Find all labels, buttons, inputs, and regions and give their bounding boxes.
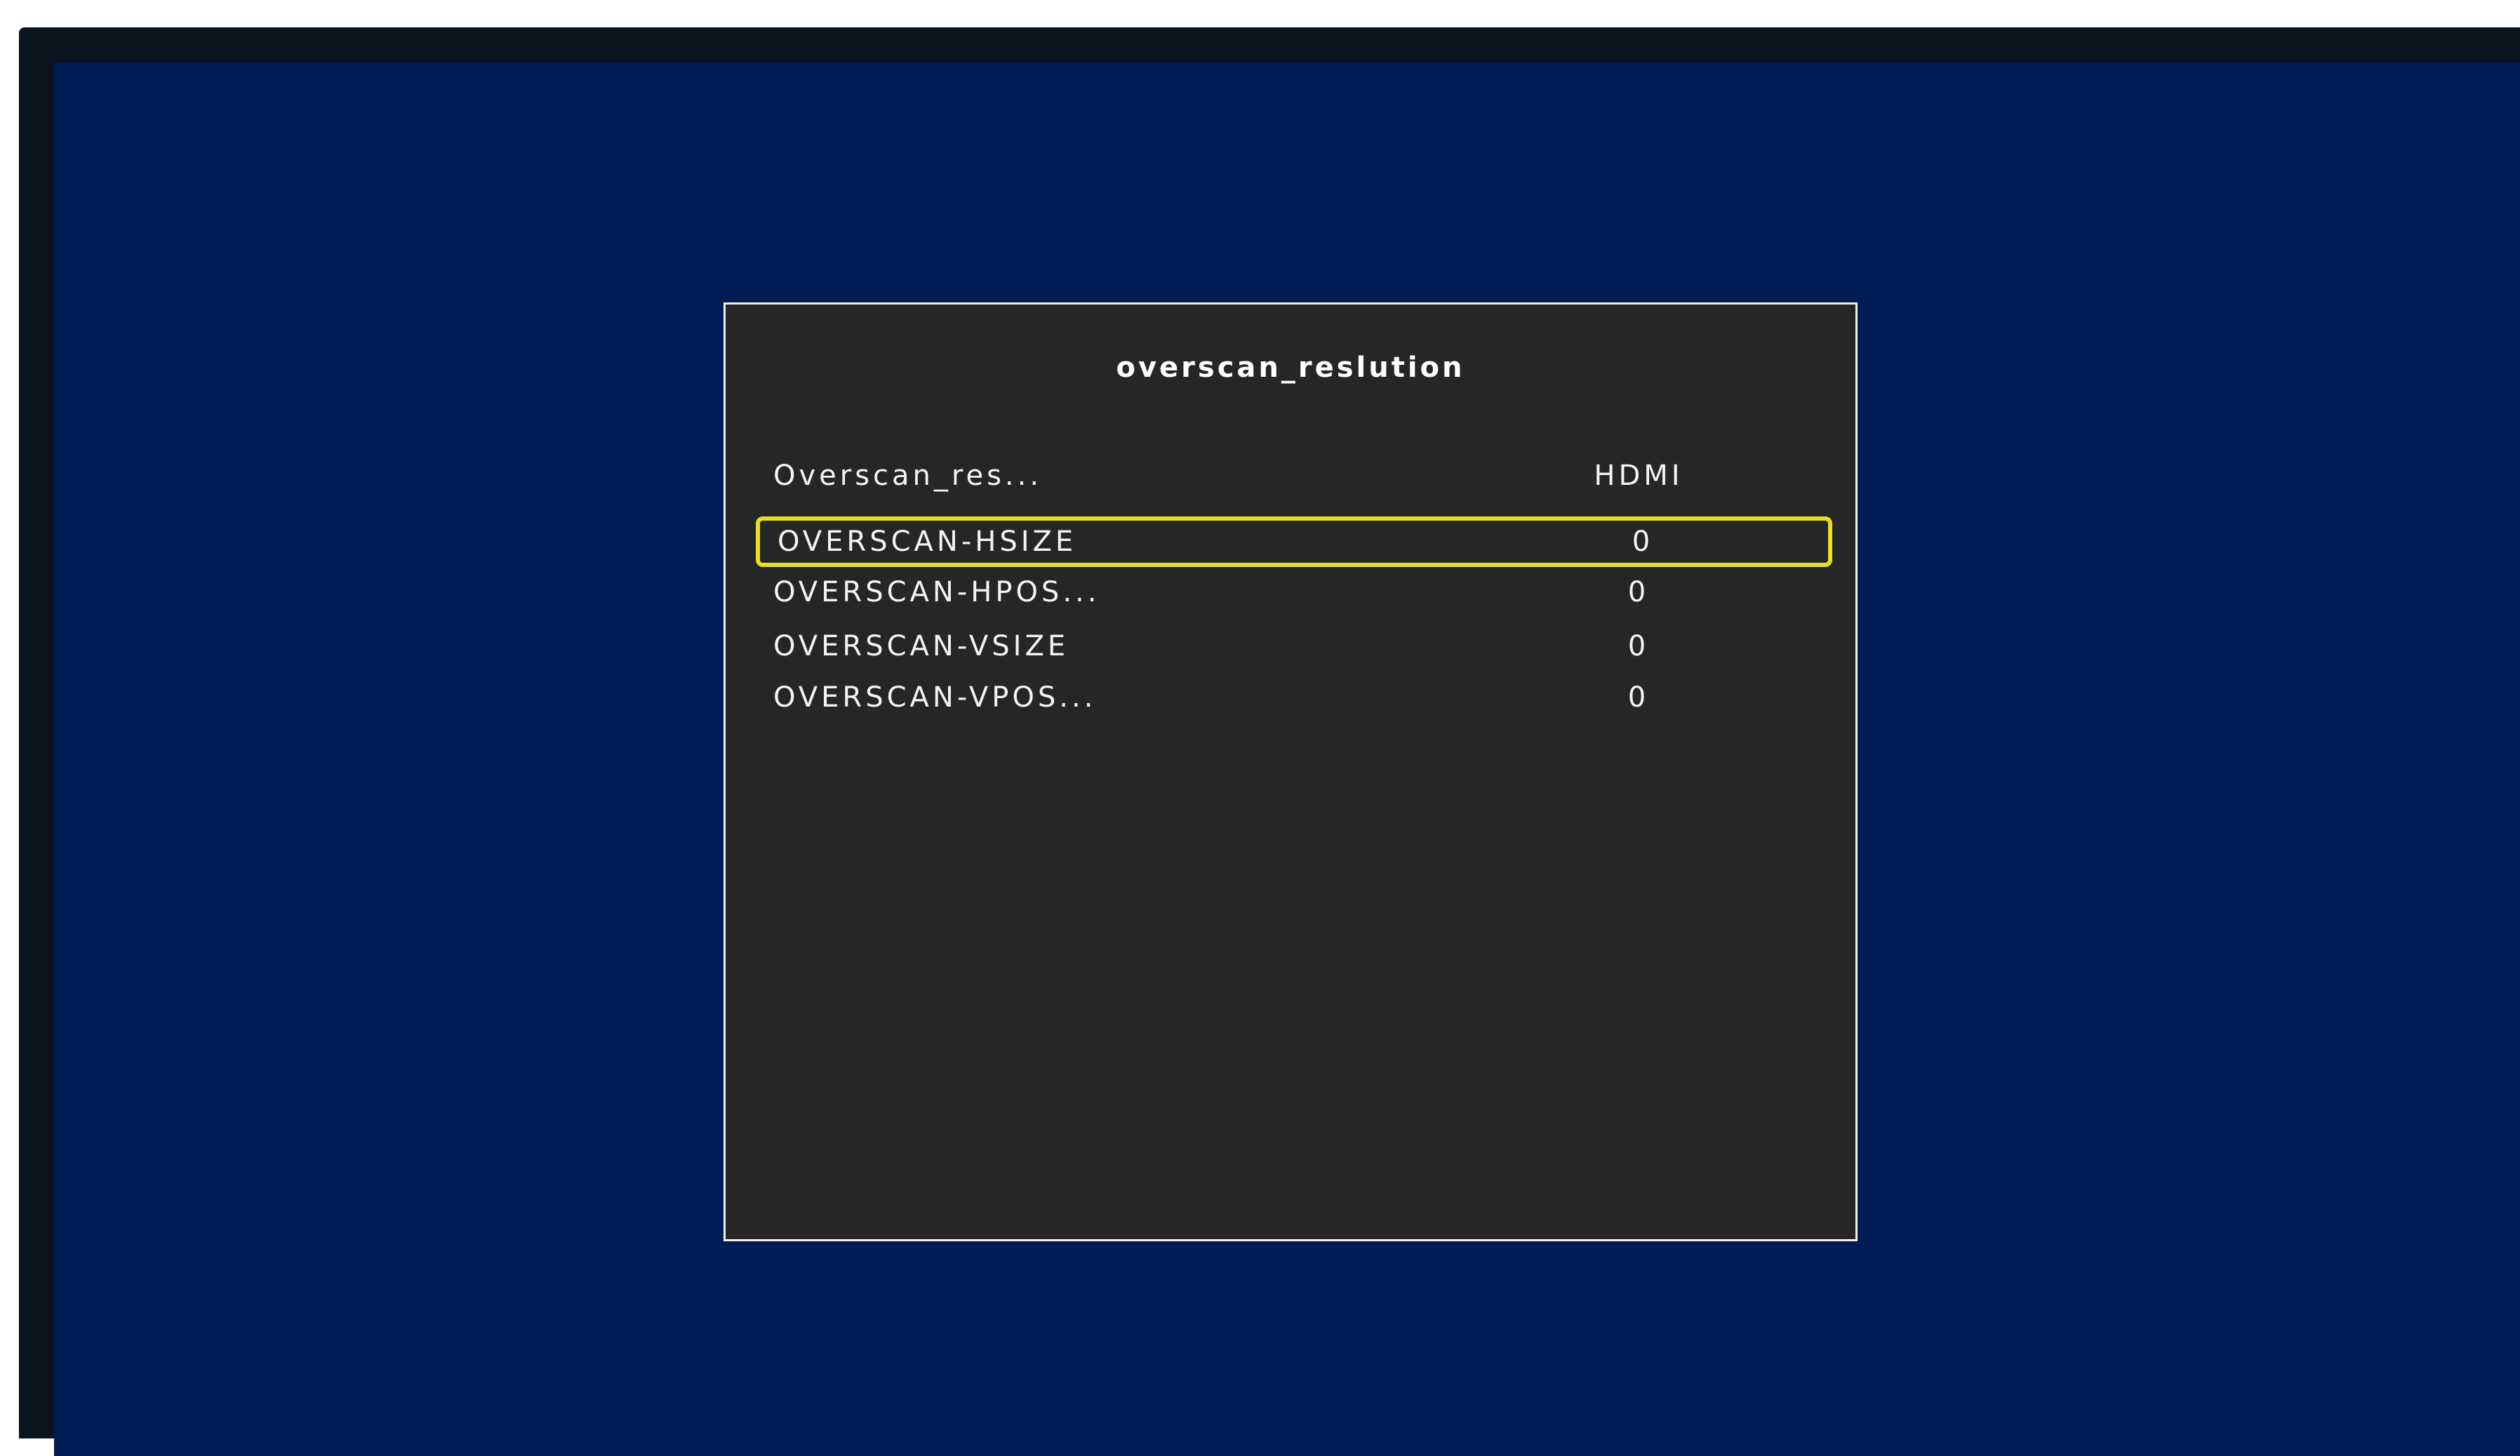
menu-title: overscan_reslution [1116, 352, 1465, 384]
menu-item-value: 0 [1627, 630, 1650, 662]
menu-item-overscan-res[interactable]: Overscan_res... HDMI [756, 450, 1832, 501]
menu-item-label: Overscan_res... [773, 460, 1043, 492]
menu-item-label: OVERSCAN-HSIZE [778, 526, 1077, 558]
menu-item-value: 0 [1632, 526, 1654, 558]
menu-item-label: OVERSCAN-VSIZE [773, 630, 1069, 662]
tv-bezel: overscan_reslution Overscan_res... HDMI … [19, 27, 2520, 1456]
osd-menu-panel: overscan_reslution Overscan_res... HDMI … [724, 302, 1858, 1241]
menu-item-overscan-hpos[interactable]: OVERSCAN-HPOS... 0 [756, 567, 1832, 617]
menu-item-value: 0 [1627, 576, 1650, 608]
menu-item-overscan-vpos[interactable]: OVERSCAN-VPOS... 0 [756, 672, 1832, 723]
menu-item-value: HDMI [1594, 460, 1684, 492]
menu-item-label: OVERSCAN-VPOS... [773, 681, 1097, 714]
menu-item-value: 0 [1627, 681, 1650, 714]
tv-screen: overscan_reslution Overscan_res... HDMI … [54, 62, 2520, 1456]
menu-item-overscan-vsize[interactable]: OVERSCAN-VSIZE 0 [756, 621, 1832, 672]
menu-item-overscan-hsize[interactable]: OVERSCAN-HSIZE 0 [756, 516, 1832, 567]
menu-item-label: OVERSCAN-HPOS... [773, 576, 1100, 608]
